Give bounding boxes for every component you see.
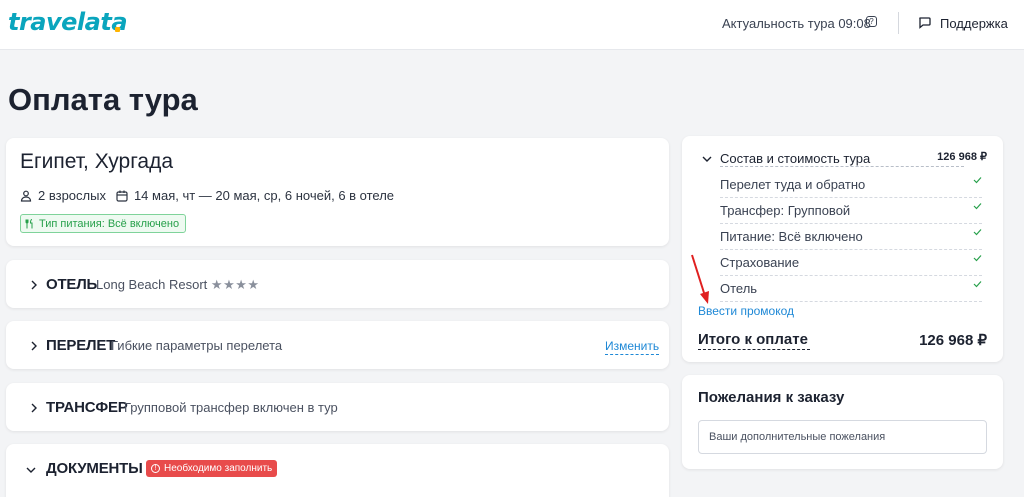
required-badge-label: Необходимо заполнить [164, 463, 273, 474]
total-price: 126 968 ₽ [919, 332, 987, 349]
chat-icon[interactable] [918, 16, 931, 29]
travelers-count: 2 взрослых [38, 188, 106, 203]
cost-breakdown-price: 126 968 ₽ [937, 151, 987, 163]
change-flight-link[interactable]: Изменить [605, 339, 660, 355]
documents-section[interactable]: ДОКУМЕНТЫ ! Необходимо заполнить [6, 444, 669, 497]
alert-icon: ! [151, 464, 160, 473]
meal-type-label: Тип питания: Всё включено [39, 217, 180, 230]
order-wishes-title: Пожелания к заказу [698, 389, 845, 406]
header-divider [898, 12, 899, 34]
calendar-icon [116, 190, 128, 202]
cost-breakdown-card: Состав и стоимость тура 126 968 ₽ Переле… [682, 136, 1003, 362]
support-link[interactable]: Поддержка [940, 16, 1008, 31]
order-wishes-input[interactable] [698, 420, 987, 454]
transfer-section-title: ТРАНСФЕР [46, 399, 128, 416]
hotel-name: Long Beach Resort ★★★★ [96, 277, 260, 292]
check-icon [973, 281, 982, 288]
cost-item: Отель [720, 276, 982, 302]
cost-item: Питание: Всё включено [720, 224, 982, 250]
cost-item: Трансфер: Групповой [720, 198, 982, 224]
cost-breakdown-title: Состав и стоимость тура [720, 151, 871, 166]
tour-summary-card: Египет, Хургада 2 взрослых 14 мая, чт — … [6, 138, 669, 246]
order-wishes-card: Пожелания к заказу [682, 375, 1003, 469]
meal-type-badge: Тип питания: Всё включено [20, 214, 187, 233]
top-header: travelata Актуальность тура 09:08 ? Подд… [0, 0, 1024, 50]
flight-subtitle: Гибкие параметры перелета [111, 338, 283, 353]
cost-title-underline [720, 166, 964, 167]
chevron-down-icon [702, 156, 712, 162]
total-underline [698, 349, 810, 350]
flight-section-title: ПЕРЕЛЕТ [46, 337, 116, 354]
tour-destination: Египет, Хургада [20, 150, 174, 173]
check-icon [973, 255, 982, 262]
hotel-section-title: ОТЕЛЬ [46, 276, 98, 293]
chevron-right-icon [31, 280, 37, 290]
person-icon [20, 190, 32, 202]
logo-dot [115, 27, 120, 32]
help-icon[interactable]: ? [866, 16, 877, 27]
tour-meta: 2 взрослых 14 мая, чт — 20 мая, ср, 6 но… [20, 188, 394, 203]
tour-dates: 14 мая, чт — 20 мая, ср, 6 ночей, 6 в от… [133, 188, 395, 203]
fork-knife-icon [25, 218, 33, 228]
enter-promo-code-link[interactable]: Ввести промокод [698, 304, 794, 318]
cost-breakdown-toggle[interactable]: Состав и стоимость тура [702, 151, 870, 166]
transfer-subtitle: Групповой трансфер включен в тур [124, 400, 338, 415]
hotel-section[interactable]: ОТЕЛЬ Long Beach Resort ★★★★ [6, 260, 669, 308]
chevron-right-icon [31, 403, 37, 413]
chevron-down-icon [26, 467, 36, 473]
chevron-right-icon [31, 341, 37, 351]
cost-item: Перелет туда и обратно [720, 172, 982, 198]
travelata-logo[interactable]: travelata [8, 8, 128, 36]
check-icon [973, 229, 982, 236]
total-label: Итого к оплате [698, 331, 808, 348]
required-badge: ! Необходимо заполнить [146, 460, 278, 477]
check-icon [973, 203, 982, 210]
cost-item: Страхование [720, 250, 982, 276]
red-arrow-annotation [691, 254, 709, 304]
documents-section-title: ДОКУМЕНТЫ [46, 460, 143, 477]
hotel-stars: ★★★★ [210, 277, 260, 292]
check-icon [973, 177, 982, 184]
page-title: Оплата тура [8, 82, 198, 117]
flight-section[interactable]: ПЕРЕЛЕТ Гибкие параметры перелета Измени… [6, 321, 669, 369]
transfer-section[interactable]: ТРАНСФЕР Групповой трансфер включен в ту… [6, 383, 669, 431]
tour-actuality-label: Актуальность тура 09:08 [722, 16, 871, 31]
